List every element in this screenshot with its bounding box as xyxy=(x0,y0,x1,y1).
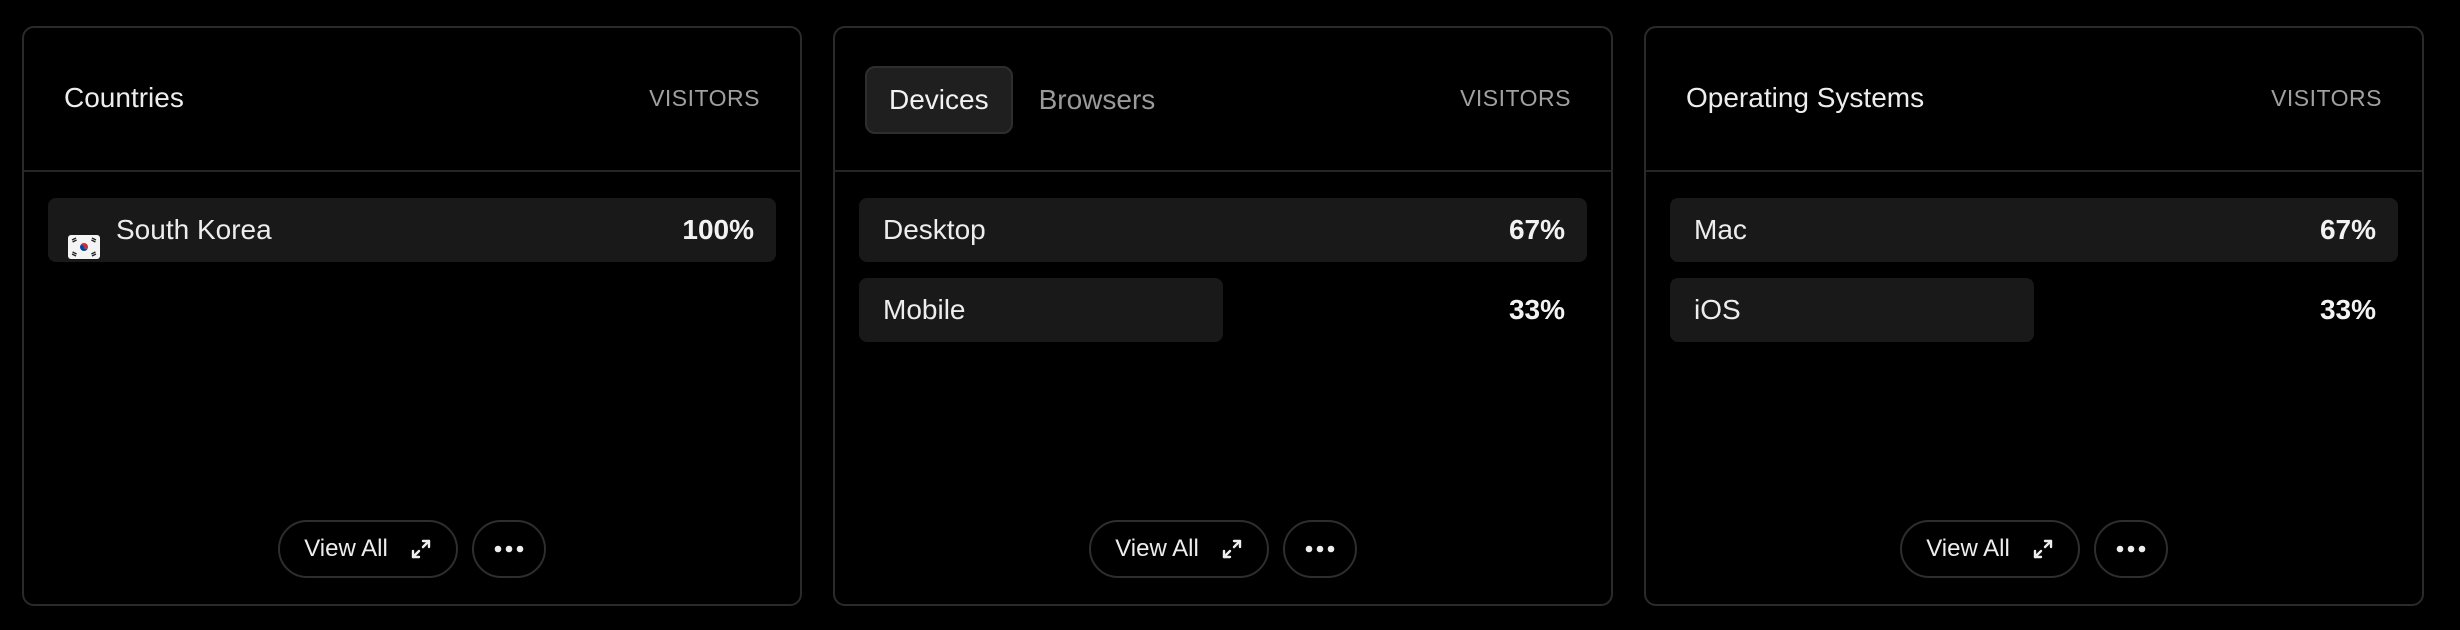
more-options-button[interactable] xyxy=(471,520,546,578)
countries-visitors-column-label: VISITORS xyxy=(649,85,760,111)
operating-systems-list: Mac 67% iOS 33% xyxy=(1670,198,2398,358)
tab-browsers[interactable]: Browsers xyxy=(1017,66,1178,134)
countries-panel-header: Countries VISITORS xyxy=(24,28,800,172)
devices-visitors-column-label: VISITORS xyxy=(1460,85,1571,111)
more-options-button[interactable] xyxy=(2093,520,2168,578)
list-item-ios[interactable]: iOS 33% xyxy=(1670,278,2398,342)
more-options-button[interactable] xyxy=(1282,520,1357,578)
countries-panel-title: Countries xyxy=(64,82,184,113)
tab-devices[interactable]: Devices xyxy=(865,66,1013,134)
more-horizontal-icon xyxy=(2116,545,2146,553)
list-item-value: 100% xyxy=(682,214,754,245)
operating-systems-panel-header: Operating Systems VISITORS xyxy=(1646,28,2422,172)
visitor-share-bar xyxy=(1670,198,2398,262)
list-item-mac[interactable]: Mac 67% xyxy=(1670,198,2398,262)
operating-systems-visitors-column-label: VISITORS xyxy=(2271,85,2382,111)
operating-systems-panel-footer: View All xyxy=(1646,520,2422,578)
devices-panel: Devices Browsers VISITORS Desktop 67% Mo… xyxy=(833,26,1613,606)
list-item-label: Mobile xyxy=(883,294,966,325)
list-item-value: 33% xyxy=(1508,294,1565,325)
analytics-panels-row: Countries VISITORS South Korea 100% View… xyxy=(0,0,2460,630)
countries-list: South Korea 100% xyxy=(48,198,776,278)
more-horizontal-icon xyxy=(1305,545,1335,553)
countries-panel-footer: View All xyxy=(24,520,800,578)
view-all-button[interactable]: View All xyxy=(1089,520,1269,578)
expand-arrows-icon xyxy=(1221,538,1243,560)
list-item-south-korea[interactable]: South Korea 100% xyxy=(48,198,776,262)
list-item-label: Mac xyxy=(1694,214,1747,245)
devices-list: Desktop 67% Mobile 33% xyxy=(859,198,1587,358)
list-item-mobile[interactable]: Mobile 33% xyxy=(859,278,1587,342)
view-all-button[interactable]: View All xyxy=(278,520,458,578)
view-all-label: View All xyxy=(1115,535,1199,562)
expand-arrows-icon xyxy=(2032,538,2054,560)
list-item-value: 67% xyxy=(1508,214,1565,245)
devices-panel-header: Devices Browsers VISITORS xyxy=(835,28,1611,172)
operating-systems-panel: Operating Systems VISITORS Mac 67% iOS 3… xyxy=(1644,26,2424,606)
list-item-label: iOS xyxy=(1694,294,1741,325)
list-item-desktop[interactable]: Desktop 67% xyxy=(859,198,1587,262)
view-all-label: View All xyxy=(304,535,388,562)
devices-panel-footer: View All xyxy=(835,520,1611,578)
list-item-value: 33% xyxy=(2319,294,2376,325)
list-item-label: Desktop xyxy=(883,214,986,245)
view-all-button[interactable]: View All xyxy=(1900,520,2080,578)
more-horizontal-icon xyxy=(494,545,524,553)
list-item-label: South Korea xyxy=(116,214,272,245)
expand-arrows-icon xyxy=(410,538,432,560)
south-korea-flag-icon xyxy=(68,218,100,259)
devices-browsers-tabs: Devices Browsers xyxy=(865,66,1177,134)
operating-systems-panel-title: Operating Systems xyxy=(1686,82,1925,113)
list-item-value: 67% xyxy=(2319,214,2376,245)
view-all-label: View All xyxy=(1926,535,2010,562)
countries-panel: Countries VISITORS South Korea 100% View… xyxy=(22,26,802,606)
